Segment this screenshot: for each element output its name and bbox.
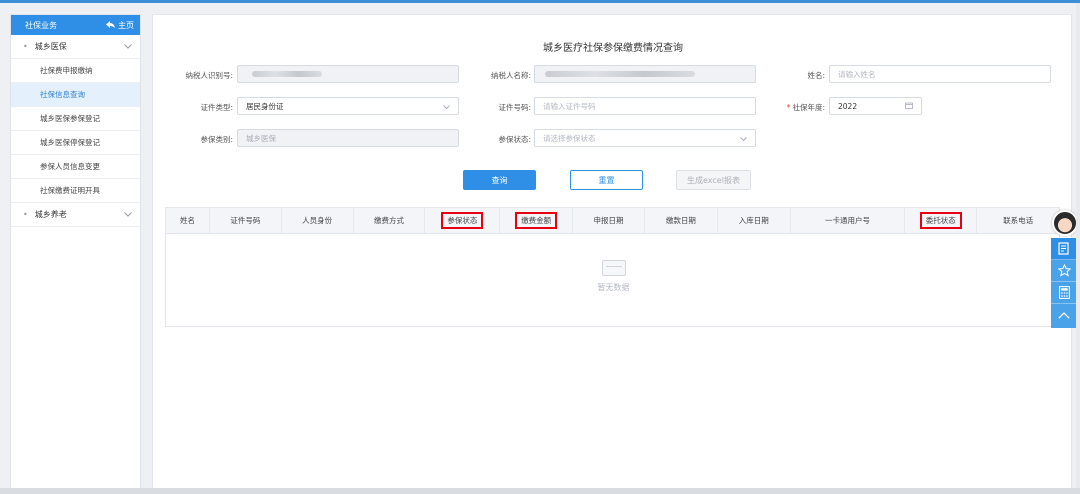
id-number-placeholder: 请输入证件号码 <box>543 101 596 111</box>
taxpayer-name-label: 纳税人名称: <box>490 71 531 80</box>
calendar-icon <box>905 102 913 111</box>
bullet-icon: • <box>23 210 28 219</box>
column-header-card-number: 一卡通用户号 <box>791 208 906 233</box>
name-label: 姓名: <box>807 71 825 80</box>
year-picker[interactable]: 2022 <box>829 97 922 115</box>
menu-item-social-fee-declare[interactable]: 社保费申报缴纳 <box>11 59 140 83</box>
column-header-payment-amount: 缴费金额 <box>500 208 574 233</box>
chevron-down-icon <box>124 42 132 52</box>
insurance-status-select[interactable]: 请选择参保状态 <box>534 129 756 147</box>
column-header-declare-date: 申报日期 <box>573 208 645 233</box>
taxpayer-id-field <box>237 65 459 83</box>
name-input[interactable]: 请输入姓名 <box>829 65 1051 83</box>
empty-text: 暂无数据 <box>597 283 630 292</box>
chevron-down-icon <box>740 134 747 143</box>
menu-item-medical-enroll[interactable]: 城乡医保参保登记 <box>11 107 140 131</box>
scrollbar[interactable] <box>1076 3 1080 494</box>
empty-state: 暂无数据 <box>166 260 1061 293</box>
insurance-type-value: 城乡医保 <box>246 133 276 143</box>
assistant-avatar[interactable] <box>1052 210 1078 236</box>
main-panel: 城乡医疗社保参保缴费情况查询 纳税人识别号: 纳税人名称: 姓名: 请输入姓名 … <box>152 14 1072 494</box>
window-top-border <box>0 0 1080 3</box>
document-icon[interactable] <box>1051 238 1077 260</box>
sidebar: 社保业务 主页 • 城乡医保 社保费申报缴纳 社保信息查询 城乡医保参保登记 城乡… <box>10 14 141 494</box>
year-value: 2022 <box>838 101 858 111</box>
home-link[interactable]: 主页 <box>106 20 134 31</box>
highlight-box: 参保状态 <box>441 211 484 230</box>
home-label: 主页 <box>118 20 134 30</box>
bullet-icon: • <box>23 42 28 51</box>
column-header-entrust-status: 委托状态 <box>905 208 978 233</box>
menu-item-social-info-query[interactable]: 社保信息查询 <box>11 83 140 107</box>
column-header-insurance-status: 参保状态 <box>425 208 501 233</box>
name-placeholder: 请输入姓名 <box>838 69 876 79</box>
menu-group-label: 城乡医保 <box>34 42 67 51</box>
menu-group-rural-pension[interactable]: • 城乡养老 <box>11 203 140 227</box>
column-header-storage-date: 入库日期 <box>718 208 791 233</box>
id-type-label: 证件类型: <box>200 103 233 112</box>
redacted-value <box>252 71 322 77</box>
insurance-status-label: 参保状态: <box>498 135 531 144</box>
chevron-down-icon <box>443 102 450 111</box>
export-excel-button[interactable]: 生成excel报表 <box>676 170 751 190</box>
insurance-status-placeholder: 请选择参保状态 <box>543 133 596 143</box>
results-table: 姓名 证件号码 人员身份 缴费方式 参保状态 缴费金额 申报日期 缴款日期 入库… <box>165 207 1060 327</box>
column-header-payment-method: 缴费方式 <box>354 208 426 233</box>
column-header-person-identity: 人员身份 <box>282 208 354 233</box>
menu-group-rural-medical[interactable]: • 城乡医保 <box>11 35 140 59</box>
taxpayer-id-label: 纳税人识别号: <box>185 71 233 80</box>
id-number-label: 证件号码: <box>498 103 531 112</box>
year-label: * 社保年度: <box>753 102 825 113</box>
sidebar-header: 社保业务 主页 <box>11 15 140 35</box>
taskbar-strip <box>0 488 1080 494</box>
id-number-input[interactable]: 请输入证件号码 <box>534 97 756 115</box>
query-button[interactable]: 查询 <box>463 170 536 190</box>
chevron-down-icon <box>124 210 132 220</box>
menu-group-label: 城乡养老 <box>34 210 67 219</box>
redacted-value <box>545 71 695 77</box>
required-asterisk: * <box>786 103 791 112</box>
column-header-id-number: 证件号码 <box>210 208 282 233</box>
empty-box-icon <box>601 260 626 276</box>
column-header-phone: 联系电话 <box>1003 216 1034 225</box>
id-type-value: 居民身份证 <box>246 101 284 111</box>
id-type-select[interactable]: 居民身份证 <box>237 97 459 115</box>
floating-toolbar <box>1051 238 1077 328</box>
table-header: 姓名 证件号码 人员身份 缴费方式 参保状态 缴费金额 申报日期 缴款日期 入库… <box>166 208 1059 234</box>
menu-item-payment-certificate[interactable]: 社保缴费证明开具 <box>11 179 140 203</box>
column-header-payment-date: 缴款日期 <box>645 208 718 233</box>
taxpayer-name-field <box>534 65 756 83</box>
insurance-type-field: 城乡医保 <box>237 129 459 147</box>
page-title: 城乡医疗社保参保缴费情况查询 <box>543 43 683 54</box>
chevron-up-icon[interactable] <box>1051 304 1077 326</box>
insurance-type-label: 参保类别: <box>200 135 233 144</box>
sidebar-title: 社保业务 <box>25 20 57 30</box>
highlight-box: 委托状态 <box>919 211 962 230</box>
star-icon[interactable] <box>1051 260 1077 282</box>
reset-button[interactable]: 重置 <box>570 170 643 190</box>
highlight-box: 缴费金额 <box>515 211 558 230</box>
column-header-name: 姓名 <box>166 208 210 233</box>
year-label-text: 社保年度: <box>792 103 825 112</box>
calculator-icon[interactable] <box>1051 282 1077 304</box>
menu-item-person-info-change[interactable]: 参保人员信息变更 <box>11 155 140 179</box>
menu-item-medical-stop[interactable]: 城乡医保停保登记 <box>11 131 140 155</box>
back-arrow-icon <box>106 20 115 30</box>
